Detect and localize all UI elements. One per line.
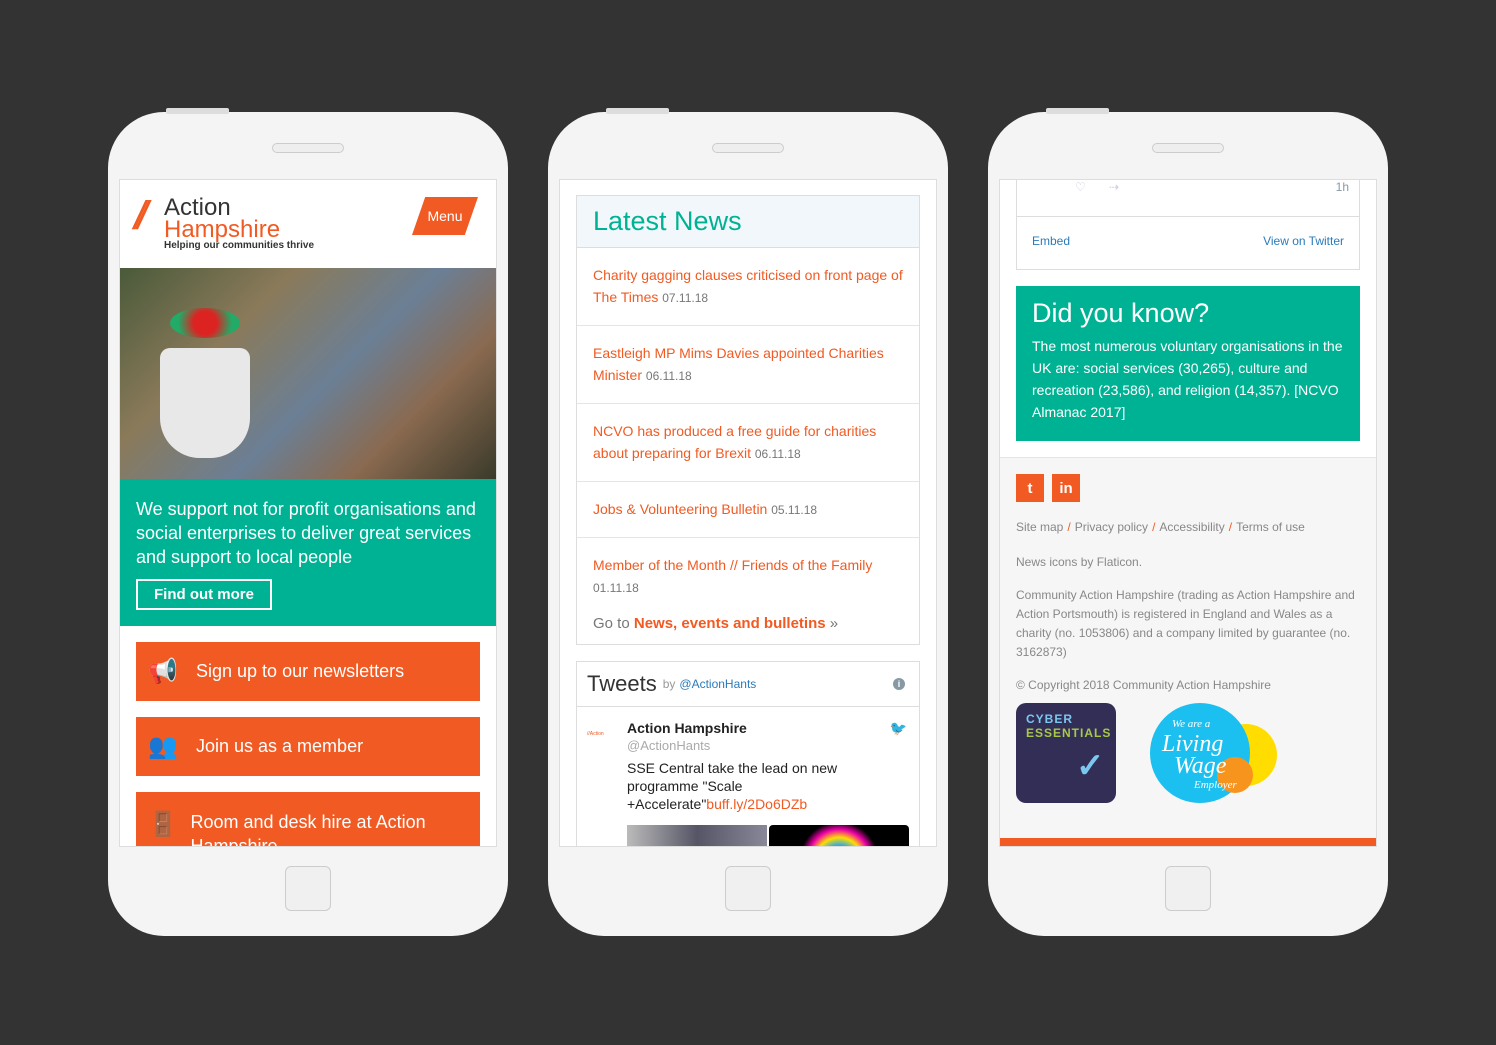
legal-text: Community Action Hampshire (trading as A…: [1016, 588, 1355, 659]
copyright: © Copyright 2018 Community Action Hampsh…: [1016, 678, 1271, 692]
by-label: by: [662, 677, 676, 691]
phone-button: [1046, 108, 1109, 114]
logo-slash-icon: //: [134, 194, 149, 238]
credits: News icons by Flaticon.: [1016, 555, 1143, 569]
privacy-link[interactable]: Privacy policy: [1075, 520, 1148, 534]
dyk-title: Did you know?: [1032, 298, 1210, 328]
linkedin-icon[interactable]: in: [1052, 474, 1080, 502]
accessibility-link[interactable]: Accessibility: [1159, 520, 1224, 534]
tweet-handle[interactable]: @ActionHants: [627, 737, 909, 755]
phone-mockup-home: // Action Hampshire Helping our communit…: [108, 108, 508, 936]
handle-link[interactable]: @ActionHants: [679, 677, 756, 691]
screen: // Action Hampshire Helping our communit…: [119, 179, 497, 847]
twitter-icon[interactable]: t: [1016, 474, 1044, 502]
view-on-twitter-link[interactable]: View on Twitter: [1263, 234, 1344, 248]
hero-image: [120, 268, 496, 479]
phone-mockup-news: Latest News Charity gagging clauses crit…: [548, 108, 948, 936]
menu-button[interactable]: Menu: [412, 197, 478, 235]
footer-links: Site map / Privacy policy / Accessibility / Te…: [1016, 520, 1305, 534]
tweet-link[interactable]: buff.ly/2Do6DZb: [706, 796, 807, 812]
footer-bar: [1000, 838, 1376, 846]
footer: t in Site map / Privacy policy / Accessibili…: [1000, 457, 1376, 846]
find-out-more-button[interactable]: Find out more: [136, 579, 272, 610]
cta-label: Room and desk hire at Action Hampshire: [190, 812, 426, 847]
svg-text:Wage: Wage: [1174, 753, 1227, 779]
news-item[interactable]: Jobs & Volunteering Bulletin 05.11.18: [577, 482, 919, 538]
phone-speaker: [712, 143, 784, 153]
news-title: Latest News: [577, 196, 919, 248]
home-button: [285, 866, 331, 911]
room-hire-button[interactable]: 🚪 Room and desk hire at Action Hampshire: [136, 792, 480, 847]
hero-text: We support not for profit organisations …: [136, 499, 476, 567]
cta-label: Sign up to our newsletters: [196, 661, 405, 681]
terms-link[interactable]: Terms of use: [1236, 520, 1305, 534]
twitter-bird-icon: 🐦: [889, 720, 907, 736]
tweets-title: Tweets: [587, 671, 657, 696]
phone-button: [606, 108, 669, 114]
cta-label: Join us as a member: [196, 736, 364, 756]
home-button: [725, 866, 771, 911]
phone-button: [166, 108, 229, 114]
screen: ♡ ⇢ 1h Embed View on Twitter Did you kno…: [999, 179, 1377, 847]
living-wage-badge: We are a Living Wage Employer: [1150, 703, 1277, 803]
tweets-header: Tweets by @ActionHants i: [577, 662, 919, 707]
share-icon[interactable]: ⇢: [1109, 180, 1119, 194]
site-map-link[interactable]: Site map: [1016, 520, 1063, 534]
svg-text:Employer: Employer: [1193, 779, 1237, 791]
news-item[interactable]: Member of the Month // Friends of the Fa…: [577, 538, 919, 605]
news-item[interactable]: Charity gagging clauses criticised on fr…: [577, 248, 919, 326]
member-button[interactable]: 👥 Join us as a member: [136, 717, 480, 776]
embed-link[interactable]: Embed: [1032, 234, 1070, 248]
avatar: //Action: [587, 731, 604, 737]
cyber-essentials-badge: CYBER ESSENTIALS ✓: [1016, 703, 1116, 803]
tweet-images[interactable]: [627, 825, 909, 846]
megaphone-icon: 📢: [148, 658, 178, 685]
phone-speaker: [1152, 143, 1224, 153]
hero-banner: We support not for profit organisations …: [120, 479, 496, 626]
twitter-timeline: Tweets by @ActionHants i //Action 🐦 Acti…: [576, 661, 920, 846]
check-icon: ✓: [1076, 747, 1106, 785]
latest-news: Latest News Charity gagging clauses crit…: [576, 195, 920, 645]
info-icon[interactable]: i: [893, 678, 905, 690]
phone-mockup-footer: ♡ ⇢ 1h Embed View on Twitter Did you kno…: [988, 108, 1388, 936]
people-icon: 👥: [148, 733, 178, 760]
tweet-time[interactable]: 1h: [1336, 180, 1349, 194]
news-item[interactable]: NCVO has produced a free guide for chari…: [577, 404, 919, 482]
home-button: [1165, 866, 1211, 911]
tweet-author[interactable]: Action Hampshire: [627, 719, 909, 737]
did-you-know: Did you know? The most numerous voluntar…: [1016, 286, 1360, 441]
twitter-footer: ♡ ⇢ 1h Embed View on Twitter: [1016, 180, 1360, 270]
dyk-text: The most numerous voluntary organisation…: [1032, 338, 1343, 420]
tweet: //Action 🐦 Action Hampshire @ActionHants…: [577, 707, 919, 846]
logo-tagline: Helping our communities thrive: [164, 240, 315, 251]
door-icon: 🚪: [148, 811, 178, 838]
news-link[interactable]: Go to News, events and bulletins »: [577, 605, 919, 644]
phone-speaker: [272, 143, 344, 153]
site-header: // Action Hampshire Helping our communit…: [120, 180, 496, 268]
svg-text:We are a: We are a: [1172, 718, 1211, 730]
screen: Latest News Charity gagging clauses crit…: [559, 179, 937, 847]
newsletter-button[interactable]: 📢 Sign up to our newsletters: [136, 642, 480, 701]
news-item[interactable]: Eastleigh MP Mims Davies appointed Chari…: [577, 326, 919, 404]
like-icon[interactable]: ♡: [1075, 180, 1086, 194]
